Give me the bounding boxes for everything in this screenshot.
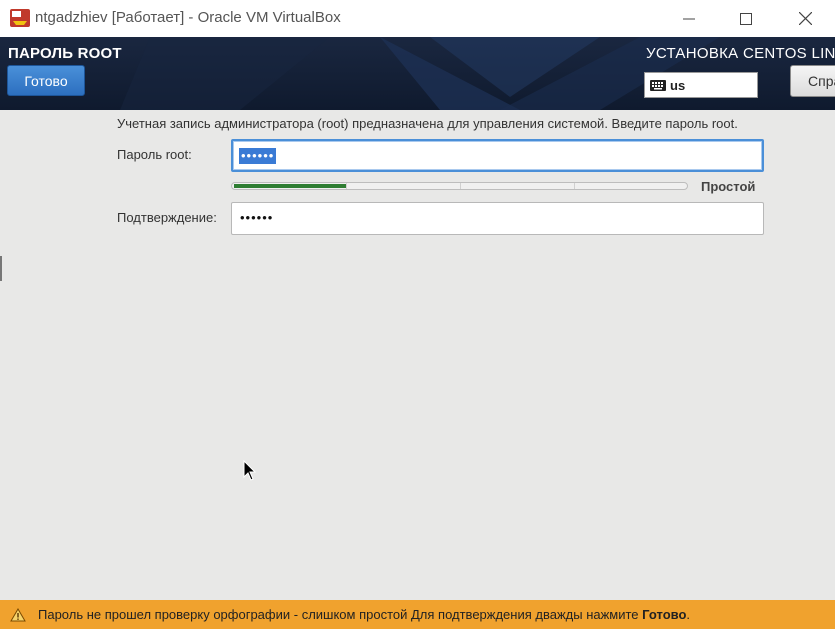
warning-message[interactable]: Пароль не прошел проверку орфографии - с… — [38, 607, 690, 622]
keyboard-layout-label: us — [670, 77, 686, 93]
maximize-button[interactable] — [723, 0, 769, 37]
warning-icon — [10, 607, 26, 621]
warning-bar: Пароль не прошел проверку орфографии - с… — [0, 600, 835, 629]
done-button[interactable]: Готово — [7, 65, 85, 96]
confirm-value: •••••• — [240, 210, 274, 225]
confirm-password-input[interactable]: •••••• — [231, 202, 764, 235]
password-strength-fill — [234, 184, 347, 188]
maximize-icon — [740, 12, 752, 25]
password-strength-label: Простой — [701, 179, 756, 194]
password-label: Пароль root: — [117, 147, 192, 162]
help-button[interactable]: Спра — [790, 65, 835, 97]
window-titlebar: ntgadzhiev [Работает] - Oracle VM Virtua… — [0, 0, 835, 37]
close-icon — [798, 12, 812, 25]
keyboard-layout-indicator[interactable]: us — [644, 72, 758, 98]
product-title: УСТАНОВКА CENTOS LIN — [646, 45, 835, 62]
strength-segment-divider — [460, 183, 461, 189]
strength-segment-divider — [574, 183, 575, 189]
root-password-input[interactable]: •••••• — [231, 139, 764, 172]
mouse-cursor-icon — [243, 460, 257, 481]
confirm-label: Подтверждение: — [117, 210, 217, 225]
close-button[interactable] — [782, 0, 828, 37]
window-edge-marker — [0, 256, 2, 281]
keyboard-icon — [650, 79, 666, 91]
root-description: Учетная запись администратора (root) пре… — [117, 116, 738, 131]
minimize-button[interactable] — [666, 0, 712, 37]
minimize-icon — [683, 18, 695, 19]
window-title: ntgadzhiev [Работает] - Oracle VM Virtua… — [35, 9, 341, 26]
password-value: •••••• — [239, 148, 277, 164]
warning-emphasis: Готово — [642, 607, 687, 622]
spoke-title: ПАРОЛЬ ROOT — [8, 45, 122, 62]
virtualbox-icon — [10, 9, 30, 27]
password-strength-bar — [231, 182, 688, 190]
strength-segment-divider — [346, 183, 347, 189]
installer-header: ПАРОЛЬ ROOT Готово УСТАНОВКА CENTOS LIN … — [0, 37, 835, 110]
